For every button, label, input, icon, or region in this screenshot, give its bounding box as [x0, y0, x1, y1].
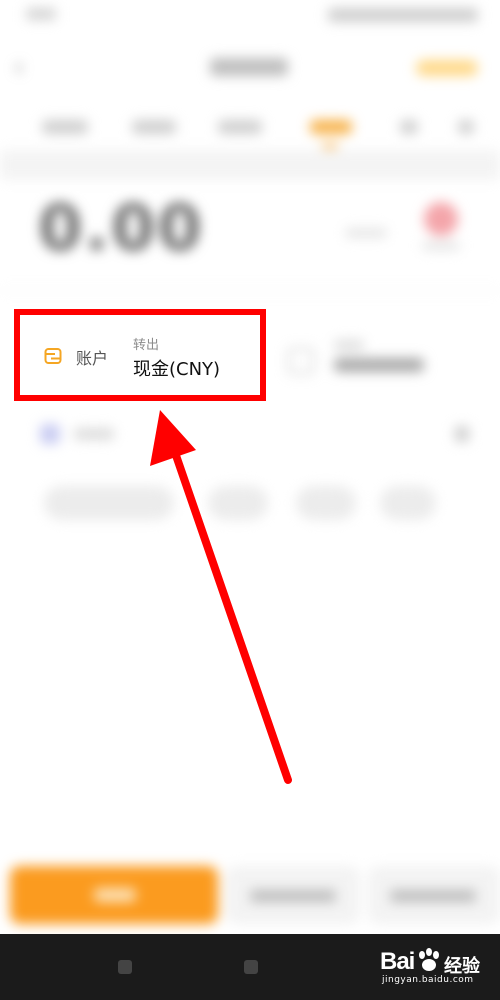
category-icon[interactable]	[420, 202, 462, 260]
baidu-jingyan-watermark: Bai 经验 jingyan.baidu.com	[380, 944, 492, 985]
remark-icon	[40, 424, 60, 444]
record-type-tabs	[0, 108, 500, 152]
remark-label	[74, 428, 114, 440]
tab-3[interactable]	[218, 120, 262, 134]
status-time	[26, 8, 56, 20]
save-button[interactable]	[10, 866, 218, 924]
tab-6[interactable]	[458, 120, 474, 134]
active-tab-indicator	[322, 144, 338, 148]
quick-chip-2[interactable]	[208, 486, 268, 520]
tab-1[interactable]	[42, 120, 88, 134]
section-divider	[0, 150, 500, 180]
wallet-icon	[44, 348, 62, 364]
back-arrow-icon[interactable]: ‹	[14, 55, 36, 79]
remark-row[interactable]	[0, 410, 500, 456]
account-value[interactable]: 现金(CNY)	[133, 355, 220, 381]
secondary-button-1[interactable]	[226, 866, 360, 924]
tab-2[interactable]	[132, 120, 176, 134]
amount-value[interactable]: 0.00	[38, 192, 204, 266]
account-field-highlight[interactable]: 账户 转出 现金(CNY)	[14, 309, 266, 401]
bottom-action-bar	[0, 860, 500, 930]
transfer-to-icon	[288, 348, 314, 374]
paw-logo-icon	[419, 948, 439, 971]
transfer-to-label	[334, 340, 364, 350]
nav-bar: ‹	[0, 40, 500, 90]
quick-chip-4[interactable]	[380, 486, 436, 520]
nav-action-pill[interactable]	[416, 60, 478, 76]
status-bar	[0, 0, 500, 36]
status-icons	[328, 8, 478, 22]
quick-chip-3[interactable]	[296, 486, 356, 520]
blurred-background: ‹ 0.00	[0, 0, 500, 1000]
transfer-out-label: 转出	[133, 338, 160, 353]
nav-home-key[interactable]	[244, 960, 258, 974]
secondary-button-2[interactable]	[368, 866, 500, 924]
nav-back-key[interactable]	[118, 960, 132, 974]
tab-5[interactable]	[400, 120, 418, 134]
quick-chip-1[interactable]	[44, 486, 174, 520]
chevron-right-icon	[455, 426, 469, 442]
amount-area: 0.00	[0, 180, 500, 291]
watermark-url: jingyan.baidu.com	[382, 975, 474, 985]
watermark-brand: Bai	[380, 948, 415, 975]
transfer-to-value	[334, 358, 424, 372]
app-screen: ‹ 0.00 账户 转出 现金(CNY) Bai 经验 jingyan.baid…	[0, 0, 500, 1000]
transfer-to-field[interactable]	[288, 338, 458, 378]
tab-transfer[interactable]	[310, 120, 352, 134]
amount-hint	[345, 228, 387, 238]
account-label: 账户	[76, 349, 109, 368]
page-title	[210, 58, 288, 76]
